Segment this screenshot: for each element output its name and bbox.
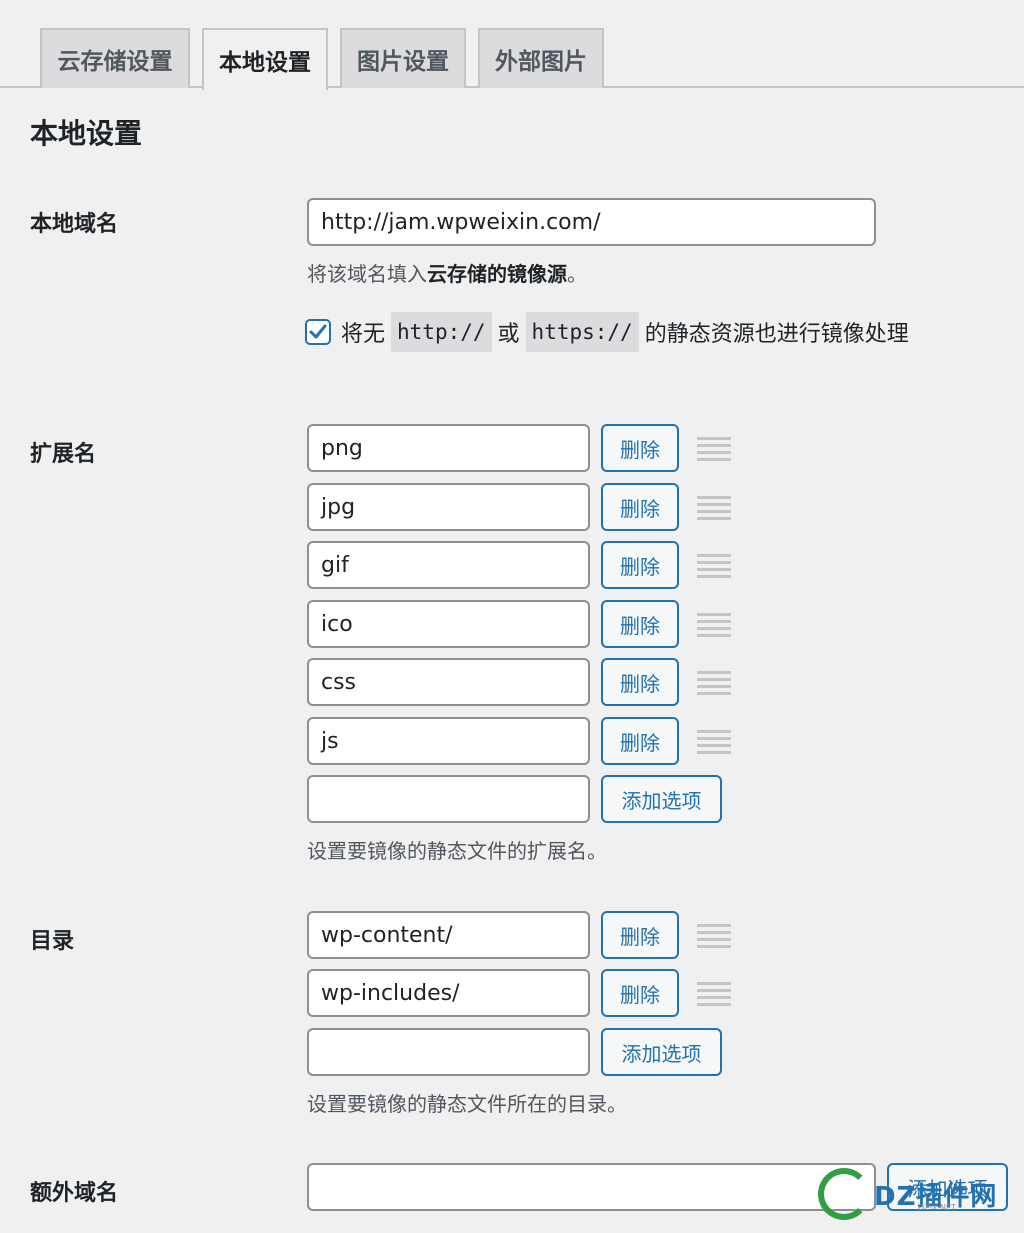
tab-image-settings[interactable]: 图片设置 xyxy=(340,28,466,88)
checkmark-icon xyxy=(309,324,327,339)
checkbox-text-3: 的静态资源也进行镜像处理 xyxy=(644,322,909,347)
directory-input[interactable]: wp-content/ xyxy=(307,911,590,959)
extension-input[interactable]: ico xyxy=(307,600,590,648)
domain-description: 将该域名填入云存储的镜像源。 xyxy=(307,262,587,286)
extension-input[interactable]: js xyxy=(307,717,590,765)
delete-extension-button[interactable]: 删除 xyxy=(601,717,679,765)
drag-handle-icon[interactable] xyxy=(697,982,731,1006)
mirror-protocol-option: 将无 http:// 或 https:// 的静态资源也进行镜像处理 xyxy=(305,312,909,352)
extra-domain-input[interactable] xyxy=(307,1163,876,1211)
directory-input[interactable]: wp-includes/ xyxy=(307,969,590,1017)
add-extension-button[interactable]: 添加选项 xyxy=(601,775,722,823)
drag-handle-icon[interactable] xyxy=(697,613,731,637)
delete-directory-button[interactable]: 删除 xyxy=(601,911,679,959)
tab-cloud-storage[interactable]: 云存储设置 xyxy=(40,28,190,88)
tab-external-images[interactable]: 外部图片 xyxy=(478,28,604,88)
delete-directory-button[interactable]: 删除 xyxy=(601,969,679,1017)
delete-extension-button[interactable]: 删除 xyxy=(601,600,679,648)
domain-input[interactable]: http://jam.wpweixin.com/ xyxy=(307,198,876,246)
checkbox-text-1: 将无 xyxy=(341,322,386,347)
new-directory-input[interactable] xyxy=(307,1028,590,1076)
drag-handle-icon[interactable] xyxy=(697,437,731,461)
tab-bar: 云存储设置 本地设置 图片设置 外部图片 xyxy=(0,0,1024,90)
tab-local-settings[interactable]: 本地设置 xyxy=(202,28,328,90)
delete-extension-button[interactable]: 删除 xyxy=(601,483,679,531)
mirror-protocol-checkbox[interactable] xyxy=(305,319,331,345)
extensions-description: 设置要镜像的静态文件的扩展名。 xyxy=(307,839,607,863)
directories-label: 目录 xyxy=(30,929,75,954)
extension-input[interactable]: gif xyxy=(307,541,590,589)
extension-input[interactable]: css xyxy=(307,658,590,706)
extra-domain-label: 额外域名 xyxy=(30,1181,119,1206)
delete-extension-button[interactable]: 删除 xyxy=(601,424,679,472)
extensions-label: 扩展名 xyxy=(30,442,97,467)
watermark: DZ插件网 xyxy=(818,1162,1018,1226)
drag-handle-icon[interactable] xyxy=(697,554,731,578)
directories-description: 设置要镜像的静态文件所在的目录。 xyxy=(307,1092,627,1116)
domain-label: 本地域名 xyxy=(30,212,119,237)
code-https: https:// xyxy=(525,312,639,352)
extension-input[interactable]: jpg xyxy=(307,483,590,531)
drag-handle-icon[interactable] xyxy=(697,671,731,695)
watermark-subtext: DZ-X.NET xyxy=(918,1203,956,1212)
extension-input[interactable]: png xyxy=(307,424,590,472)
page-title: 本地设置 xyxy=(30,117,143,150)
drag-handle-icon[interactable] xyxy=(697,730,731,754)
code-http: http:// xyxy=(391,312,492,352)
watermark-logo-icon xyxy=(818,1168,870,1220)
drag-handle-icon[interactable] xyxy=(697,496,731,520)
add-directory-button[interactable]: 添加选项 xyxy=(601,1028,722,1076)
checkbox-text-2: 或 xyxy=(497,322,520,347)
delete-extension-button[interactable]: 删除 xyxy=(601,541,679,589)
delete-extension-button[interactable]: 删除 xyxy=(601,658,679,706)
drag-handle-icon[interactable] xyxy=(697,924,731,948)
new-extension-input[interactable] xyxy=(307,775,590,823)
